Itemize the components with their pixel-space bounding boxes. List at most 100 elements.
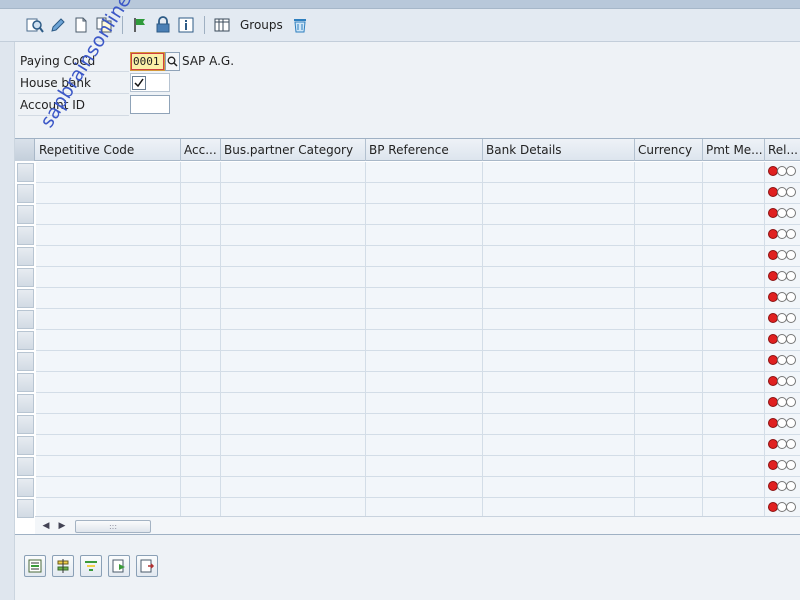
table-cell[interactable]	[765, 351, 800, 372]
table-cell[interactable]	[703, 435, 765, 456]
table-cell[interactable]	[483, 246, 635, 267]
table-cell[interactable]	[765, 435, 800, 456]
table-cell[interactable]	[36, 288, 181, 309]
table-cell[interactable]	[635, 351, 703, 372]
table-cell[interactable]	[36, 330, 181, 351]
table-cell[interactable]	[765, 330, 800, 351]
table-cell[interactable]	[36, 372, 181, 393]
value-help-search-icon[interactable]	[165, 52, 180, 71]
table-cell[interactable]	[483, 435, 635, 456]
table-cell[interactable]	[181, 477, 221, 498]
table-cell[interactable]	[635, 435, 703, 456]
table-cell[interactable]	[765, 288, 800, 309]
table-row[interactable]	[15, 435, 800, 456]
table-cell[interactable]	[36, 162, 181, 183]
table-cell[interactable]	[221, 477, 366, 498]
table-cell[interactable]	[703, 309, 765, 330]
table-cell[interactable]	[703, 204, 765, 225]
table-cell[interactable]	[36, 477, 181, 498]
table-cell[interactable]	[765, 456, 800, 477]
table-cell[interactable]	[221, 162, 366, 183]
column-header-release[interactable]: Rel...	[765, 139, 800, 161]
table-cell[interactable]	[703, 162, 765, 183]
table-cell[interactable]	[765, 225, 800, 246]
table-cell[interactable]	[221, 204, 366, 225]
table-cell[interactable]	[703, 330, 765, 351]
table-cell[interactable]	[483, 183, 635, 204]
row-selector[interactable]	[17, 436, 34, 455]
table-cell[interactable]	[765, 477, 800, 498]
table-cell[interactable]	[703, 351, 765, 372]
table-cell[interactable]	[221, 372, 366, 393]
table-cell[interactable]	[635, 309, 703, 330]
table-cell[interactable]	[36, 183, 181, 204]
table-cell[interactable]	[635, 288, 703, 309]
table-cell[interactable]	[635, 267, 703, 288]
table-cell[interactable]	[483, 204, 635, 225]
table-cell[interactable]	[483, 393, 635, 414]
table-row[interactable]	[15, 477, 800, 498]
table-cell[interactable]	[366, 309, 483, 330]
table-cell[interactable]	[765, 393, 800, 414]
table-cell[interactable]	[635, 456, 703, 477]
table-row[interactable]	[15, 162, 800, 183]
table-cell[interactable]	[36, 204, 181, 225]
select-all-button[interactable]	[15, 139, 35, 161]
table-cell[interactable]	[36, 246, 181, 267]
table-row[interactable]	[15, 225, 800, 246]
table-cell[interactable]	[703, 267, 765, 288]
table-cell[interactable]	[765, 267, 800, 288]
export-icon[interactable]	[136, 555, 158, 577]
column-header-bp-category[interactable]: Bus.partner Category	[221, 139, 366, 161]
column-header-payment-method[interactable]: Pmt Me...	[703, 139, 765, 161]
table-cell[interactable]	[765, 414, 800, 435]
table-cell[interactable]	[703, 393, 765, 414]
table-cell[interactable]	[181, 309, 221, 330]
table-cell[interactable]	[483, 414, 635, 435]
groups-button[interactable]: Groups	[234, 14, 289, 36]
table-cell[interactable]	[221, 351, 366, 372]
row-selector[interactable]	[17, 415, 34, 434]
table-row[interactable]	[15, 288, 800, 309]
table-cell[interactable]	[366, 246, 483, 267]
table-cell[interactable]	[366, 456, 483, 477]
table-cell[interactable]	[765, 183, 800, 204]
table-cell[interactable]	[181, 372, 221, 393]
table-cell[interactable]	[635, 204, 703, 225]
table-cell[interactable]	[483, 309, 635, 330]
table-row[interactable]	[15, 204, 800, 225]
insert-row-icon[interactable]	[24, 555, 46, 577]
table-row[interactable]	[15, 330, 800, 351]
table-row[interactable]	[15, 393, 800, 414]
table-cell[interactable]	[181, 183, 221, 204]
row-selector[interactable]	[17, 247, 34, 266]
row-selector[interactable]	[17, 457, 34, 476]
display-change-icon[interactable]	[24, 14, 46, 36]
table-row[interactable]	[15, 351, 800, 372]
table-cell[interactable]	[366, 288, 483, 309]
table-cell[interactable]	[366, 267, 483, 288]
table-cell[interactable]	[181, 351, 221, 372]
table-cell[interactable]	[181, 225, 221, 246]
table-settings-icon[interactable]	[211, 14, 233, 36]
column-header-account[interactable]: Acc...	[181, 139, 221, 161]
info-icon[interactable]	[175, 14, 197, 36]
row-selector[interactable]	[17, 478, 34, 497]
table-cell[interactable]	[36, 309, 181, 330]
row-selector[interactable]	[17, 373, 34, 392]
table-cell[interactable]	[483, 162, 635, 183]
table-cell[interactable]	[635, 183, 703, 204]
table-cell[interactable]	[483, 288, 635, 309]
table-cell[interactable]	[36, 267, 181, 288]
table-cell[interactable]	[181, 288, 221, 309]
account-id-field[interactable]	[130, 95, 170, 114]
table-cell[interactable]	[635, 330, 703, 351]
table-cell[interactable]	[703, 183, 765, 204]
column-header-bank-details[interactable]: Bank Details	[483, 139, 635, 161]
table-row[interactable]	[15, 456, 800, 477]
table-cell[interactable]	[635, 414, 703, 435]
row-selector[interactable]	[17, 205, 34, 224]
table-cell[interactable]	[221, 288, 366, 309]
table-cell[interactable]	[181, 162, 221, 183]
table-cell[interactable]	[221, 309, 366, 330]
